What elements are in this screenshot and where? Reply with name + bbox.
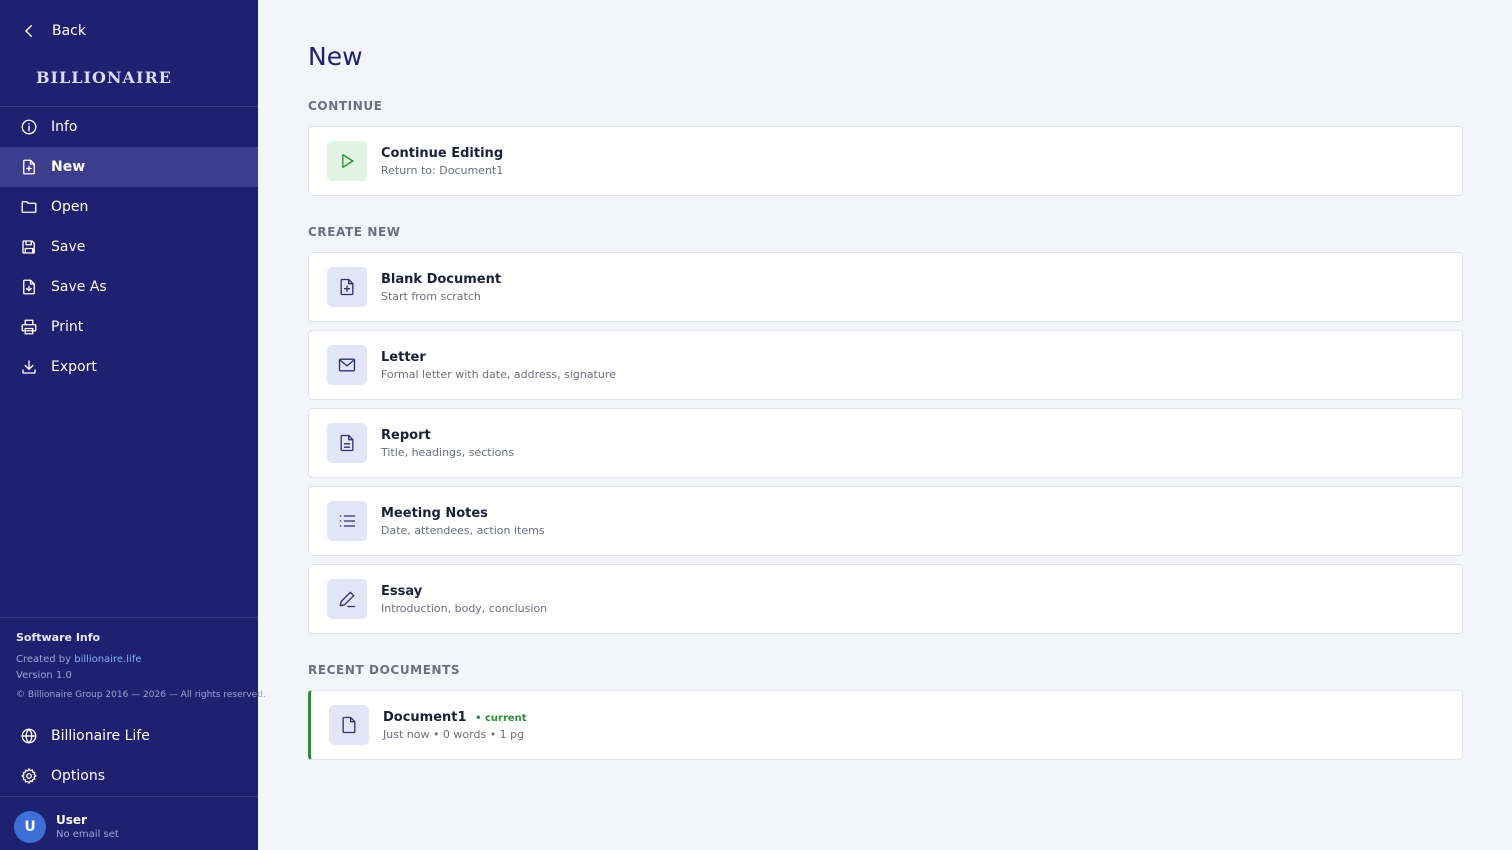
chevron-left-icon xyxy=(25,25,32,37)
created-by-line: Created by billionaire.life xyxy=(16,654,142,665)
card-title: Meeting Notes xyxy=(381,506,488,521)
sidebar-item-save-as[interactable]: Save As xyxy=(0,267,258,307)
card-title: Essay xyxy=(381,584,423,599)
page-title: New xyxy=(308,42,363,71)
card-subtitle: Introduction, body, conclusion xyxy=(381,602,548,615)
sidebar-item-save[interactable]: Save xyxy=(0,227,258,267)
card-title: Report xyxy=(381,428,431,443)
template-essay[interactable]: Essay Introduction, body, conclusion xyxy=(308,564,1463,634)
folder-icon xyxy=(21,201,37,213)
card-subtitle: Start from scratch xyxy=(381,290,481,303)
mail-icon xyxy=(338,358,356,372)
divider xyxy=(0,796,258,797)
card-subtitle: Formal letter with date, address, signat… xyxy=(381,368,616,381)
created-by-prefix: Created by xyxy=(16,654,72,665)
save-icon xyxy=(22,240,35,254)
template-letter[interactable]: Letter Formal letter with date, address,… xyxy=(308,330,1463,400)
card-subtitle: Date, attendees, action items xyxy=(381,524,545,537)
sidebar-item-info[interactable]: Info xyxy=(0,107,258,147)
template-meeting-notes[interactable]: Meeting Notes Date, attendees, action it… xyxy=(308,486,1463,556)
card-title: Continue Editing xyxy=(381,146,504,161)
sidebar-item-print[interactable]: Print xyxy=(0,307,258,347)
globe-icon xyxy=(21,728,37,744)
card-icon xyxy=(327,141,367,181)
app-logo: BILLIONAIRE xyxy=(36,68,172,87)
sidebar: Back BILLIONAIRE Info New Open Save Save… xyxy=(0,0,266,850)
card-title: Letter xyxy=(381,350,426,365)
main-panel: New CONTINUE Continue Editing Return to:… xyxy=(258,0,1512,850)
save-as-icon xyxy=(23,279,35,295)
document-meta: Just now • 0 words • 1 pg xyxy=(383,728,525,741)
current-badge: • current xyxy=(475,713,527,724)
sidebar-item-label: Save As xyxy=(51,279,107,295)
sidebar-item-options[interactable]: Options xyxy=(0,756,258,796)
play-icon xyxy=(342,154,354,168)
card-icon xyxy=(327,501,367,541)
file-icon xyxy=(342,716,356,734)
template-blank-document[interactable]: Blank Document Start from scratch xyxy=(308,252,1463,322)
template-report[interactable]: Report Title, headings, sections xyxy=(308,408,1463,478)
back-button[interactable]: Back xyxy=(20,18,86,44)
card-icon xyxy=(327,345,367,385)
card-subtitle: Title, headings, sections xyxy=(381,446,515,459)
software-info-title: Software Info xyxy=(16,631,101,644)
card-icon xyxy=(329,705,369,745)
section-label-recent: RECENT DOCUMENTS xyxy=(308,663,461,677)
pen-icon xyxy=(339,591,356,608)
copyright-text: © Billionaire Group 2016 — 2026 — All ri… xyxy=(16,690,266,700)
sidebar-item-new[interactable]: New xyxy=(0,147,258,187)
created-by-link[interactable]: billionaire.life xyxy=(74,654,141,665)
card-icon xyxy=(327,579,367,619)
sidebar-item-label: Save xyxy=(51,239,86,255)
card-title: Blank Document xyxy=(381,272,502,287)
sidebar-item-label: Open xyxy=(51,199,89,215)
sidebar-item-label: Info xyxy=(51,119,78,135)
sidebar-item-label: New xyxy=(51,159,86,175)
document-name: Document1 xyxy=(383,710,467,725)
sidebar-item-label: Billionaire Life xyxy=(51,728,150,744)
printer-icon xyxy=(21,319,37,335)
list-icon xyxy=(339,515,356,527)
card-subtitle: Return to: Document1 xyxy=(381,164,504,177)
continue-editing-card[interactable]: Continue Editing Return to: Document1 xyxy=(308,126,1463,196)
card-icon xyxy=(327,423,367,463)
sidebar-item-export[interactable]: Export xyxy=(0,347,258,387)
sidebar-item-label: Export xyxy=(51,359,97,375)
version-text: Version 1.0 xyxy=(16,670,72,681)
file-text-icon xyxy=(340,434,354,452)
recent-document-item[interactable]: Document1 • current Just now • 0 words •… xyxy=(308,690,1463,760)
user-name: User xyxy=(56,813,87,827)
sidebar-item-open[interactable]: Open xyxy=(0,187,258,227)
download-icon xyxy=(22,360,36,374)
avatar[interactable]: U xyxy=(14,811,46,843)
user-email: No email set xyxy=(56,829,119,840)
sidebar-item-label: Options xyxy=(51,768,106,784)
section-label-continue: CONTINUE xyxy=(308,99,383,113)
sidebar-item-billionaire-life[interactable]: Billionaire Life xyxy=(0,716,258,756)
card-title: Document1 • current xyxy=(383,710,527,725)
file-plus-icon xyxy=(340,278,354,296)
back-label: Back xyxy=(52,23,86,39)
section-label-create-new: CREATE NEW xyxy=(308,225,401,239)
card-icon xyxy=(327,267,367,307)
sidebar-item-label: Print xyxy=(51,319,84,335)
info-icon xyxy=(21,119,37,135)
divider xyxy=(0,617,258,618)
file-plus-icon xyxy=(23,159,35,175)
gear-icon xyxy=(21,768,37,784)
